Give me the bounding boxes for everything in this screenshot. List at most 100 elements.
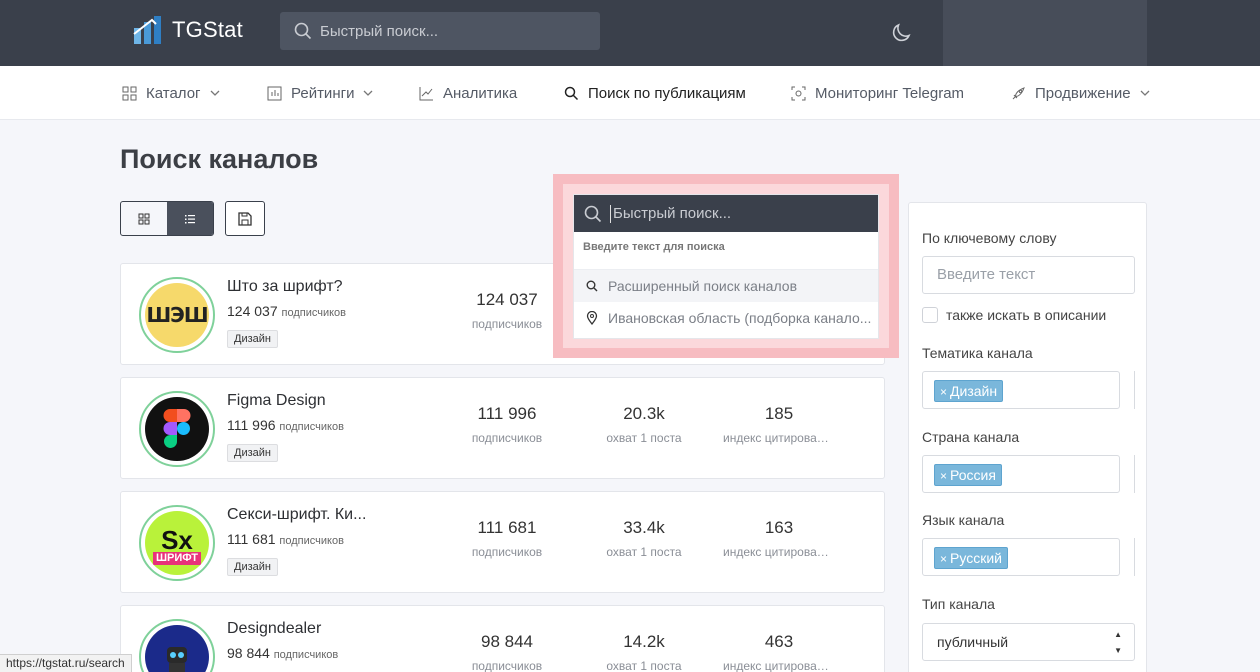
channel-type-value: публичный	[937, 634, 1009, 650]
nav-post-search[interactable]: Поиск по публикациям	[564, 66, 746, 120]
keyword-input[interactable]: Введите текст	[922, 256, 1135, 294]
header-search-placeholder: Быстрый поиск...	[320, 22, 439, 40]
subs-unit: подписчиков	[279, 535, 344, 547]
channel-card[interactable]: Sx ШРИФТ Секси-шрифт. Ки... 111 681 подп…	[120, 491, 885, 593]
nav-ratings[interactable]: Рейтинги	[267, 66, 373, 120]
country-select[interactable]: × Россия	[922, 455, 1120, 493]
nav-catalog-label: Каталог	[146, 84, 201, 102]
grid-icon	[138, 213, 150, 224]
stat-label: подписчиков	[471, 431, 543, 445]
figma-logo-icon	[145, 397, 209, 461]
rocket-icon	[1012, 86, 1025, 99]
save-search-button[interactable]	[225, 201, 265, 236]
remove-chip-icon[interactable]: ×	[940, 552, 947, 566]
channel-avatar[interactable]: ШЭШ	[139, 277, 215, 353]
nav-post-search-label: Поиск по публикациям	[588, 84, 746, 102]
country-chip[interactable]: × Россия	[934, 464, 1002, 486]
topic-label: Тематика канала	[922, 345, 1033, 361]
nav-analytics[interactable]: Аналитика	[419, 66, 517, 120]
nav-promotion[interactable]: Продвижение	[1011, 66, 1150, 120]
channel-card[interactable]: Designdealer 98 844 подписчиков 98 844 п…	[120, 605, 885, 672]
channel-subs: 124 037 подписчиков	[227, 303, 346, 319]
subs-count: 111 996	[227, 417, 276, 433]
search-hint: Введите текст для поиска	[574, 232, 878, 270]
stat-subscribers: 111 681 подписчиков	[442, 518, 572, 559]
subs-unit: подписчиков	[281, 307, 347, 319]
chart-bar-icon	[267, 86, 282, 100]
nav-catalog[interactable]: Каталог	[122, 66, 220, 120]
advanced-search-label: Расширенный поиск каналов	[608, 278, 798, 294]
search-in-description-label: также искать в описании	[946, 307, 1107, 323]
channel-avatar[interactable]	[139, 391, 215, 467]
channel-name[interactable]: Секси-шрифт. Ки...	[227, 506, 366, 524]
language-chip-label: Русский	[950, 550, 1002, 566]
country-label: Страна канала	[922, 429, 1020, 445]
shrift-logo-icon: ШЭШ	[145, 283, 209, 347]
status-bar-url: https://tgstat.ru/search	[0, 654, 132, 672]
grid-view-button[interactable]	[121, 202, 167, 235]
stat-citation: 185 индекс цитирования	[715, 404, 843, 445]
subs-count: 124 037	[227, 303, 278, 319]
topic-select-scroll	[1120, 371, 1135, 409]
country-chip-label: Россия	[950, 467, 996, 483]
stat-citation: 163 индекс цитирования	[715, 518, 843, 559]
stat-value: 20.3k	[623, 404, 665, 423]
channel-type-select[interactable]: публичный ▲ ▼	[922, 623, 1135, 661]
category-tag[interactable]: Дизайн	[227, 558, 278, 576]
search-in-description-checkbox[interactable]	[922, 307, 938, 323]
quick-search-dropdown: Быстрый поиск... Введите текст для поиск…	[573, 194, 879, 339]
list-view-button[interactable]	[167, 202, 213, 235]
logo[interactable]: TGStat	[132, 14, 243, 46]
select-arrows-icon: ▲ ▼	[1114, 630, 1122, 655]
language-chip[interactable]: × Русский	[934, 547, 1008, 569]
keyword-label: По ключевому слову	[922, 230, 1057, 246]
advanced-search-option[interactable]: Расширенный поиск каналов	[574, 270, 878, 302]
nav-ratings-label: Рейтинги	[291, 84, 355, 102]
channel-card[interactable]: Figma Design 111 996 подписчиков Дизайн …	[120, 377, 885, 479]
stat-label: индекс цитирования	[723, 545, 835, 559]
channel-subs: 98 844 подписчиков	[227, 645, 338, 661]
list-icon	[185, 214, 195, 223]
remove-chip-icon[interactable]: ×	[940, 469, 947, 483]
chevron-down-icon	[363, 90, 373, 96]
stat-value: 163	[764, 518, 794, 537]
map-pin-icon	[586, 311, 598, 325]
page-title: Поиск каналов	[120, 144, 319, 174]
channel-name[interactable]: Што за шрифт?	[227, 278, 343, 296]
monitor-icon	[791, 86, 806, 100]
category-tag[interactable]: Дизайн	[227, 330, 278, 348]
channel-type-label: Тип канала	[922, 596, 995, 612]
stat-subscribers: 111 996 подписчиков	[442, 404, 572, 445]
channel-name[interactable]: Designdealer	[227, 620, 321, 638]
stat-subscribers: 98 844 подписчиков	[442, 632, 572, 672]
channel-name[interactable]: Figma Design	[227, 392, 326, 410]
quick-search-input[interactable]: Быстрый поиск...	[574, 195, 878, 232]
language-select-scroll	[1120, 538, 1135, 576]
channel-avatar[interactable]	[139, 619, 215, 672]
category-tag[interactable]: Дизайн	[227, 444, 278, 462]
sexy-font-logo-icon: Sx ШРИФТ	[145, 511, 209, 575]
stat-label: индекс цитирования	[723, 431, 835, 445]
stat-label: охват 1 поста	[606, 545, 682, 559]
channel-avatar[interactable]: Sx ШРИФТ	[139, 505, 215, 581]
stat-label: охват 1 поста	[606, 659, 682, 672]
language-select[interactable]: × Русский	[922, 538, 1120, 576]
stat-value: 14.2k	[623, 632, 665, 651]
nav-monitoring[interactable]: Мониторинг Telegram	[791, 66, 964, 120]
remove-chip-icon[interactable]: ×	[940, 385, 947, 399]
stat-value: 98 844	[481, 632, 533, 651]
topic-chip[interactable]: × Дизайн	[934, 380, 1004, 402]
country-select-scroll	[1120, 455, 1135, 493]
topic-select[interactable]: × Дизайн	[922, 371, 1120, 409]
subs-count: 111 681	[227, 531, 276, 547]
stat-label: охват 1 поста	[606, 431, 682, 445]
stat-value: 463	[764, 632, 794, 651]
filters-panel: По ключевому слову Введите текст также и…	[908, 202, 1147, 672]
quick-search-placeholder: Быстрый поиск...	[613, 205, 732, 222]
user-area[interactable]	[943, 0, 1147, 66]
search-icon	[294, 22, 312, 40]
header-search-input[interactable]: Быстрый поиск...	[280, 12, 600, 50]
subs-count: 98 844	[227, 645, 270, 661]
dark-mode-toggle[interactable]	[890, 20, 914, 44]
region-collection-option[interactable]: Ивановская область (подборка канало...	[574, 302, 878, 334]
